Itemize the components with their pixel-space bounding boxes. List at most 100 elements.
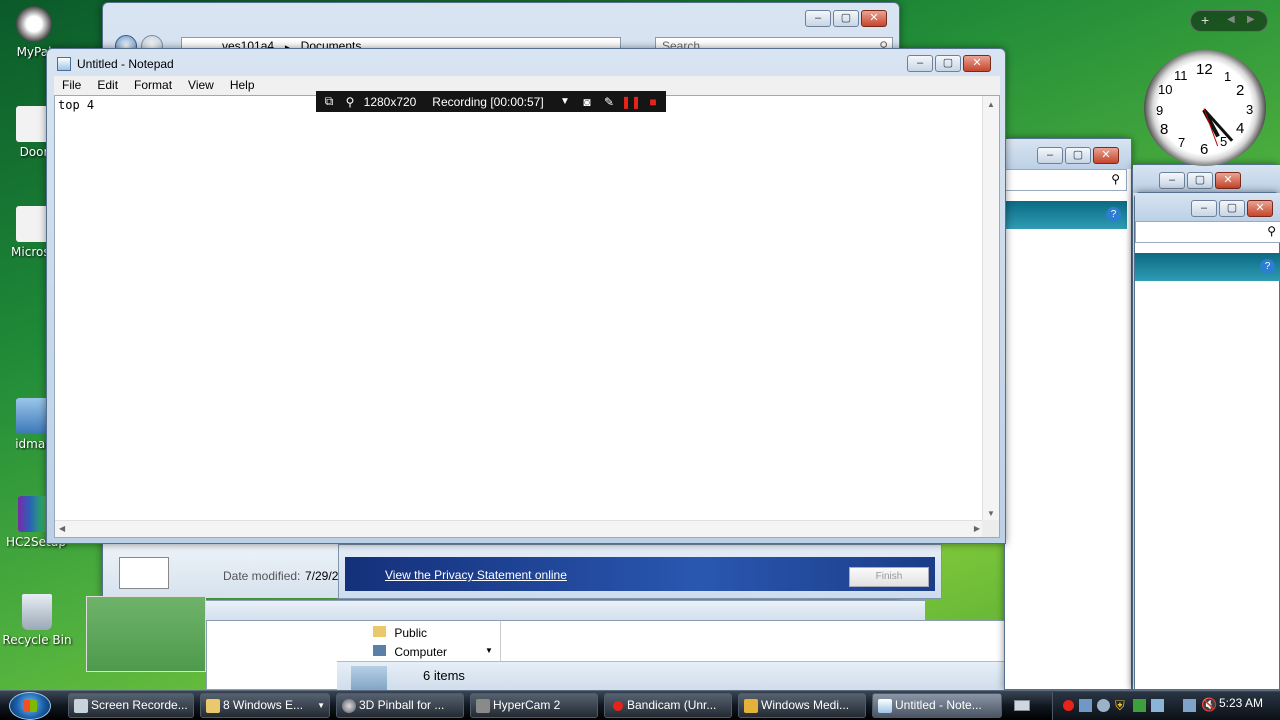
dropdown-arrow-icon[interactable]: ▼: [554, 96, 576, 107]
search-bar[interactable]: ⚲: [1005, 169, 1127, 191]
previous-gadget-icon[interactable]: ◀: [1227, 14, 1235, 25]
search-bar[interactable]: ⚲: [1135, 221, 1280, 243]
pause-icon[interactable]: ❚❚: [620, 95, 642, 109]
group-dropdown-icon[interactable]: ▼: [317, 694, 325, 717]
window-mode-icon[interactable]: ⧉: [316, 94, 342, 109]
horizontal-scrollbar[interactable]: ◀ ▶: [55, 520, 984, 537]
explorer-window-folder: [126, 600, 926, 622]
nav-item-computer[interactable]: Computer: [373, 645, 447, 659]
text-editor[interactable]: top 4 ▲ ▼ ◀ ▶: [54, 95, 1000, 538]
date-modified-value: 7/29/2: [305, 569, 339, 583]
wizard-dialog: View the Privacy Statement online Finish: [338, 544, 942, 599]
scroll-right-arrow[interactable]: ▶: [974, 524, 980, 533]
minimize-button[interactable]: –: [1191, 200, 1217, 217]
taskbar-button-windows-explorer[interactable]: 8 Windows E... ▼: [200, 693, 330, 718]
taskbar-button-media-player[interactable]: Windows Medi...: [738, 693, 866, 718]
shield-tray-icon[interactable]: ⛨: [1115, 698, 1125, 714]
privacy-statement-link[interactable]: View the Privacy Statement online: [385, 568, 567, 582]
search-icon: ⚲: [1111, 172, 1120, 186]
minimize-button[interactable]: –: [1037, 147, 1063, 164]
volume-muted-icon[interactable]: 🔇: [1201, 697, 1217, 713]
settings-tray-icon[interactable]: [1097, 699, 1110, 712]
update-tray-icon[interactable]: [1133, 699, 1146, 712]
sync-tray-icon[interactable]: [1151, 699, 1164, 712]
notepad-icon: [878, 699, 892, 713]
minimize-button[interactable]: –: [1159, 172, 1185, 189]
menu-view[interactable]: View: [180, 76, 222, 95]
recording-resolution: 1280x720: [363, 94, 417, 109]
desktop-icon-recycle-bin[interactable]: Recycle Bin: [0, 594, 77, 647]
taskbar-clock[interactable]: 5:23 AM: [1219, 696, 1263, 710]
taskbar-button-label: Untitled - Note...: [895, 698, 982, 712]
scroll-down-arrow[interactable]: ▼: [987, 509, 995, 518]
taskbar-button-label: Screen Recorde...: [91, 698, 188, 712]
minimize-button[interactable]: –: [805, 10, 831, 27]
window-controls: – ▢ ✕: [1191, 200, 1273, 217]
keyboard-icon[interactable]: [1014, 700, 1030, 711]
taskbar-button-label: HyperCam 2: [493, 698, 561, 712]
taskbar-button-bandicam[interactable]: Bandicam (Unr...: [604, 693, 732, 718]
camera-icon[interactable]: ◙: [576, 95, 598, 109]
add-gadget-button[interactable]: +: [1201, 12, 1209, 28]
editor-content[interactable]: top 4: [58, 98, 94, 112]
maximize-button[interactable]: ▢: [1219, 200, 1245, 217]
clock-numeral: 9: [1156, 103, 1164, 118]
close-button[interactable]: ✕: [861, 10, 887, 27]
recycle-bin-icon: [22, 594, 52, 630]
computer-icon: [373, 645, 386, 656]
clock-numeral: 4: [1236, 120, 1245, 137]
finish-button[interactable]: Finish: [849, 567, 929, 587]
recorder-app-icon: [74, 699, 88, 713]
size-grip[interactable]: [982, 520, 999, 537]
maximize-button[interactable]: ▢: [1187, 172, 1213, 189]
clock-numeral: 2: [1236, 82, 1245, 99]
start-button[interactable]: [9, 692, 51, 720]
taskbar-button-hypercam[interactable]: HyperCam 2: [470, 693, 598, 718]
close-button[interactable]: ✕: [963, 55, 991, 72]
scroll-up-arrow[interactable]: ▲: [987, 100, 995, 109]
minimize-button[interactable]: –: [907, 55, 933, 72]
help-icon[interactable]: ?: [1106, 207, 1121, 222]
clock-gadget[interactable]: 12 1 2 3 4 5 6 7 8 9 10 11: [1144, 50, 1266, 166]
maximize-button[interactable]: ▢: [1065, 147, 1091, 164]
menu-edit[interactable]: Edit: [89, 76, 126, 95]
taskbar-button-screen-recorder[interactable]: Screen Recorde...: [68, 693, 194, 718]
nav-item-public[interactable]: Public: [373, 626, 427, 640]
close-button[interactable]: ✕: [1093, 147, 1119, 164]
close-button[interactable]: ✕: [1215, 172, 1241, 189]
hypercam-icon: [476, 699, 490, 713]
pencil-icon[interactable]: ✎: [598, 95, 620, 109]
stop-icon[interactable]: ■: [642, 95, 664, 109]
clock-numeral: 8: [1160, 121, 1169, 138]
network-connection-icon[interactable]: [1183, 699, 1196, 712]
maximize-button[interactable]: ▢: [833, 10, 859, 27]
taskbar-button-label: Windows Medi...: [761, 698, 850, 712]
zoom-icon[interactable]: ⚲: [342, 95, 358, 109]
scroll-down-arrow[interactable]: ▼: [485, 646, 493, 655]
clock-numeral: 12: [1196, 61, 1213, 78]
menu-format[interactable]: Format: [126, 76, 180, 95]
next-gadget-icon[interactable]: ▶: [1247, 14, 1255, 25]
clock-numeral: 10: [1158, 82, 1173, 97]
network-tray-icon[interactable]: [1079, 699, 1092, 712]
wizard-banner: View the Privacy Statement online Finish: [345, 557, 935, 591]
raccoon-icon: [16, 6, 52, 42]
maximize-button[interactable]: ▢: [935, 55, 961, 72]
nav-item-label: Computer: [394, 645, 448, 659]
menu-file[interactable]: File: [54, 76, 89, 95]
help-icon[interactable]: ?: [1260, 259, 1275, 274]
desktop-icon-label: Door: [19, 145, 49, 159]
notepad-window[interactable]: Untitled - Notepad – ▢ ✕ File Edit Forma…: [46, 48, 1006, 544]
scroll-left-arrow[interactable]: ◀: [59, 524, 65, 533]
window-controls: – ▢ ✕: [1159, 172, 1241, 189]
close-button[interactable]: ✕: [1247, 200, 1273, 217]
minute-hand: [1202, 108, 1234, 142]
taskbar-button-notepad[interactable]: Untitled - Note...: [872, 693, 1002, 718]
nav-pane: Public Computer ▼: [337, 621, 501, 661]
record-tray-icon[interactable]: [1063, 700, 1074, 711]
menu-help[interactable]: Help: [222, 76, 263, 95]
vertical-scrollbar[interactable]: ▲ ▼: [982, 96, 999, 522]
clock-numeral: 11: [1174, 68, 1188, 83]
taskbar-button-pinball[interactable]: 3D Pinball for ...: [336, 693, 464, 718]
folder-icon: [373, 626, 386, 637]
